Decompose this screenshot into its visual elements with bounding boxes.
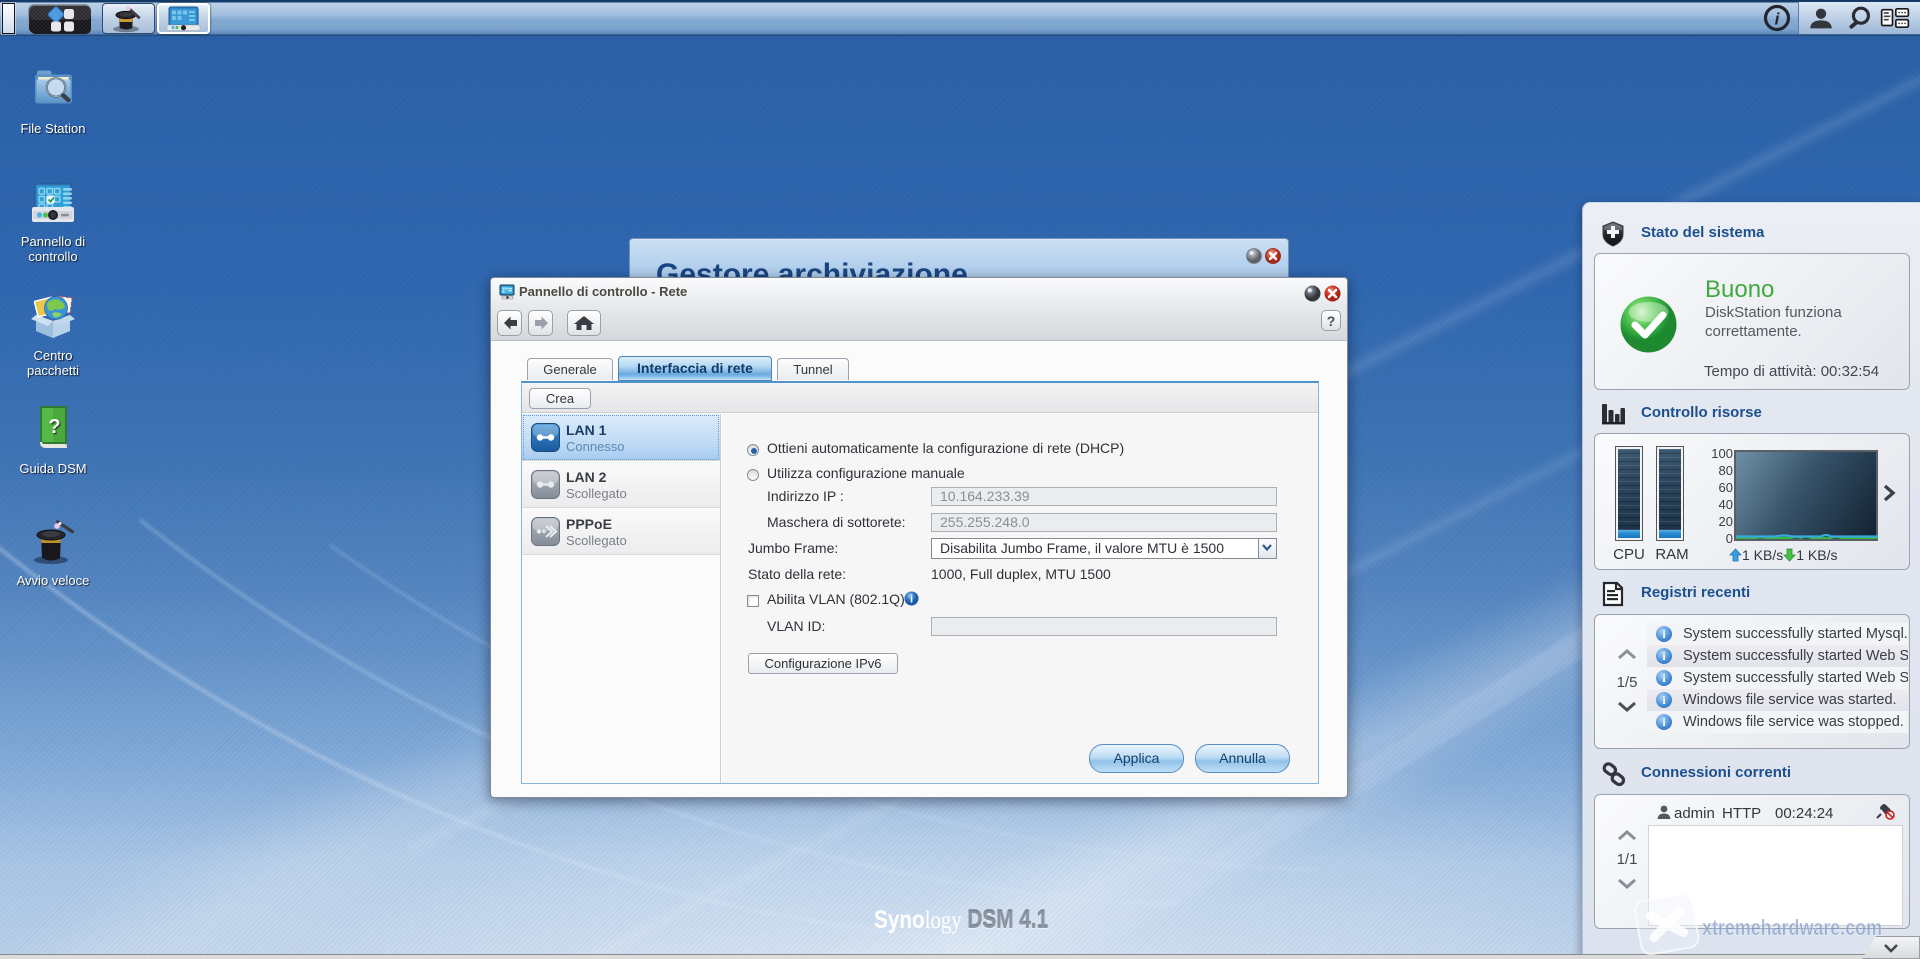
svg-text:i: i <box>1775 10 1781 29</box>
svg-text:xtremehardware.com: xtremehardware.com <box>1702 915 1882 940</box>
svg-text:?: ? <box>48 416 60 438</box>
